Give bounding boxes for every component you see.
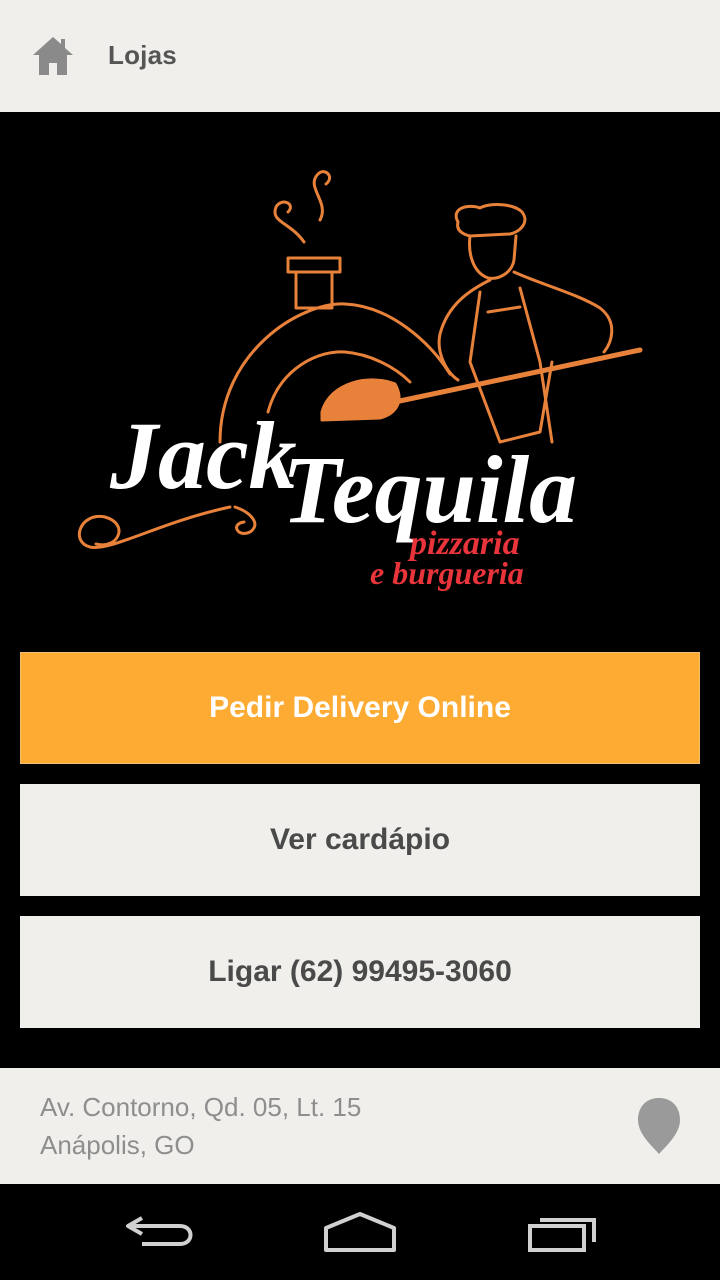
map-pin-icon[interactable] xyxy=(636,1096,682,1156)
address-line-2: Anápolis, GO xyxy=(40,1130,195,1160)
page-title: Lojas xyxy=(108,40,177,70)
brand-tagline-burgueria: e burgueria xyxy=(370,555,524,591)
home-nav-icon[interactable] xyxy=(322,1208,398,1256)
brand-logo: Jack Tequila pizzaria e burgueria xyxy=(0,112,720,632)
app-bar: Lojas xyxy=(0,0,720,112)
order-delivery-button[interactable]: Pedir Delivery Online xyxy=(20,652,700,764)
back-icon[interactable] xyxy=(124,1208,196,1256)
address-line-1: Av. Contorno, Qd. 05, Lt. 15 xyxy=(40,1092,362,1122)
address-panel[interactable] xyxy=(0,1068,720,1184)
home-icon[interactable] xyxy=(31,35,75,77)
call-button[interactable]: Ligar (62) 99495-3060 xyxy=(20,916,700,1028)
brand-name-jack: Jack xyxy=(109,402,297,509)
view-menu-button[interactable]: Ver cardápio xyxy=(20,784,700,896)
recent-apps-icon[interactable] xyxy=(526,1208,598,1256)
